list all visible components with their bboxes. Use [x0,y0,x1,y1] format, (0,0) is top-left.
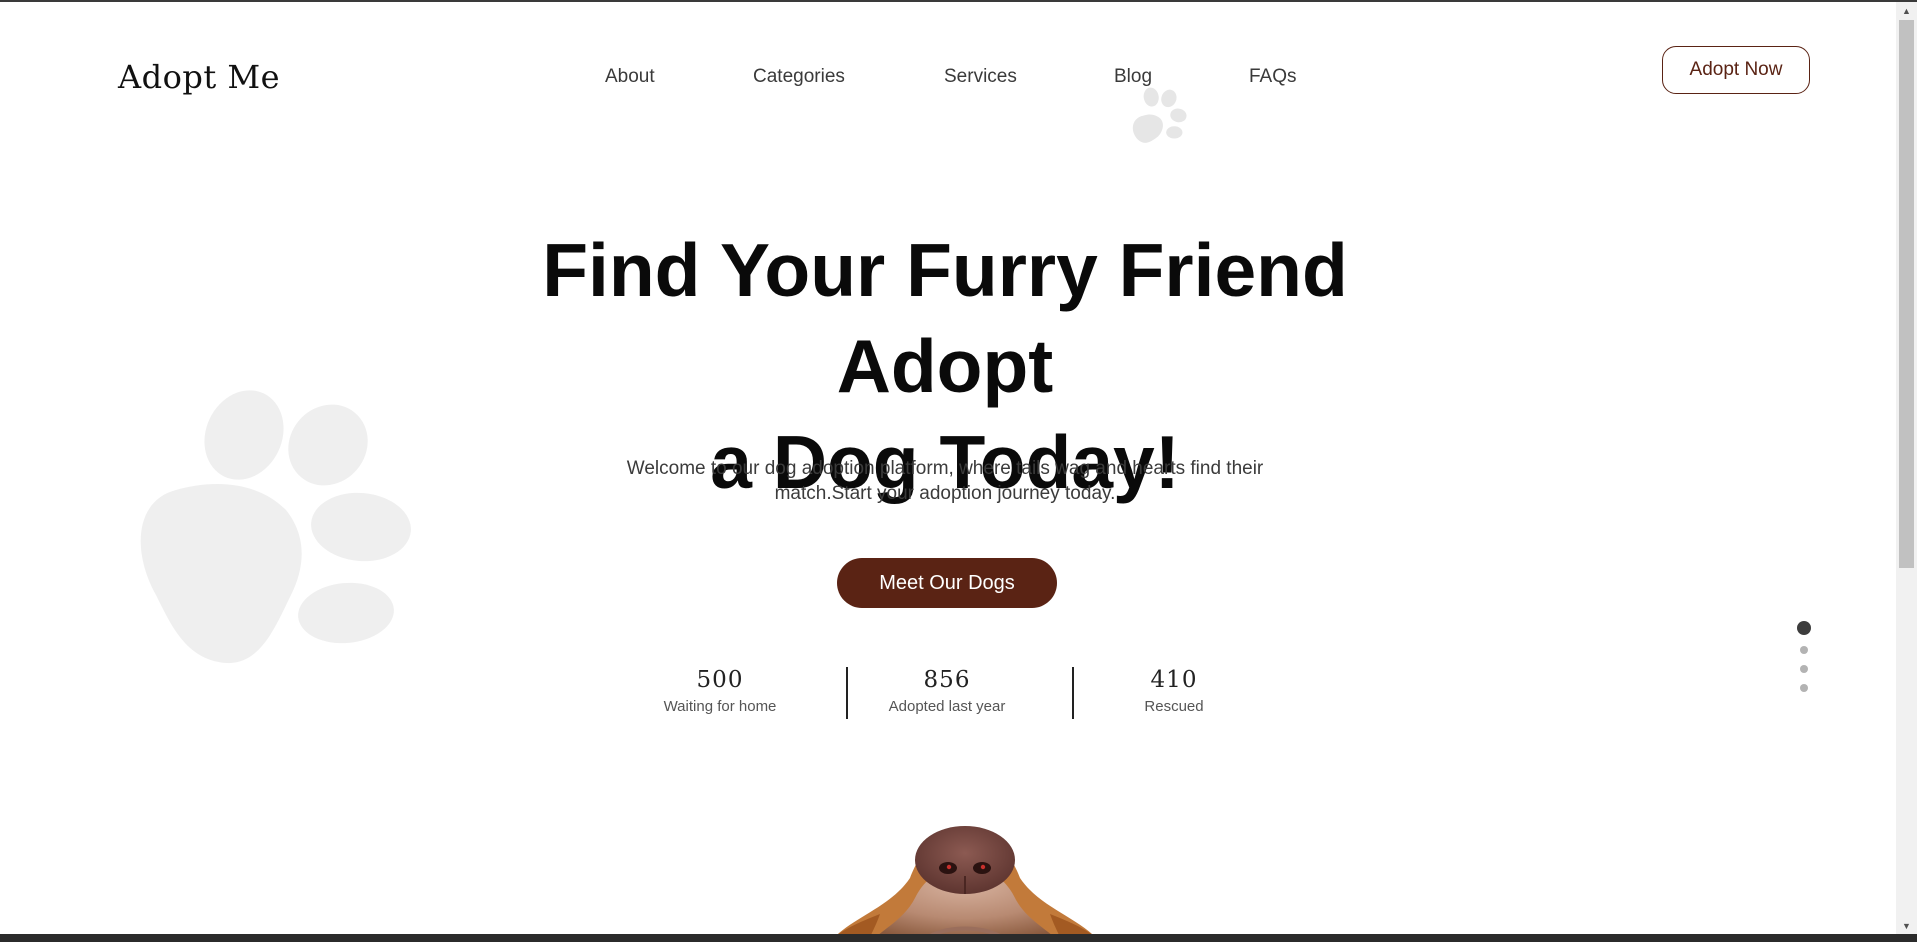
meet-our-dogs-button[interactable]: Meet Our Dogs [837,558,1057,608]
pagination-dot[interactable] [1797,621,1811,635]
window-bottom-bar [0,934,1917,942]
scrollbar-thumb[interactable] [1899,20,1914,568]
stat-adopted: 856 Adopted last year [857,664,1037,715]
hero-title-line-1: Find Your Furry Friend Adopt [542,228,1348,408]
paw-print-icon-large [140,390,411,664]
window-top-border [0,0,1917,2]
hero-subtitle-line-1: Welcome to our dog adoption platform, wh… [626,458,1264,479]
scroll-up-arrow-icon[interactable]: ▲ [1896,2,1917,19]
pagination-dot[interactable] [1800,684,1808,692]
page: Adopt Me About Categories Services Blog … [0,0,1917,942]
adopt-now-button[interactable]: Adopt Now [1662,46,1810,94]
pagination-dot[interactable] [1800,646,1808,654]
hero-subtitle-line-2: match.Start your adoption journey today. [774,483,1116,504]
stat-rescued: 410 Rescued [1084,664,1264,715]
stat-value: 410 [1150,667,1198,693]
stat-waiting: 500 Waiting for home [630,664,810,715]
stat-label: Rescued [1144,698,1204,715]
pagination-dot[interactable] [1800,665,1808,673]
stat-label: Adopted last year [888,698,1006,715]
stat-label: Waiting for home [663,698,777,715]
site-logo[interactable]: Adopt Me [118,58,280,96]
scroll-down-arrow-icon[interactable]: ▼ [1896,917,1917,934]
paw-print-icon [1132,87,1187,143]
page-scrollbar[interactable]: ▲ ▼ [1896,2,1917,934]
dog-snout-image [830,826,1100,942]
stat-value: 856 [923,667,971,693]
stat-value: 500 [696,667,744,693]
nav-item-about[interactable]: About [605,66,655,88]
nav-item-categories[interactable]: Categories [753,66,845,88]
stat-divider [846,667,848,719]
stat-divider [1072,667,1074,719]
nav-item-faqs[interactable]: FAQs [1249,66,1297,88]
hero-subtitle: Welcome to our dog adoption platform, wh… [600,456,1290,506]
nav-item-services[interactable]: Services [944,66,1017,88]
